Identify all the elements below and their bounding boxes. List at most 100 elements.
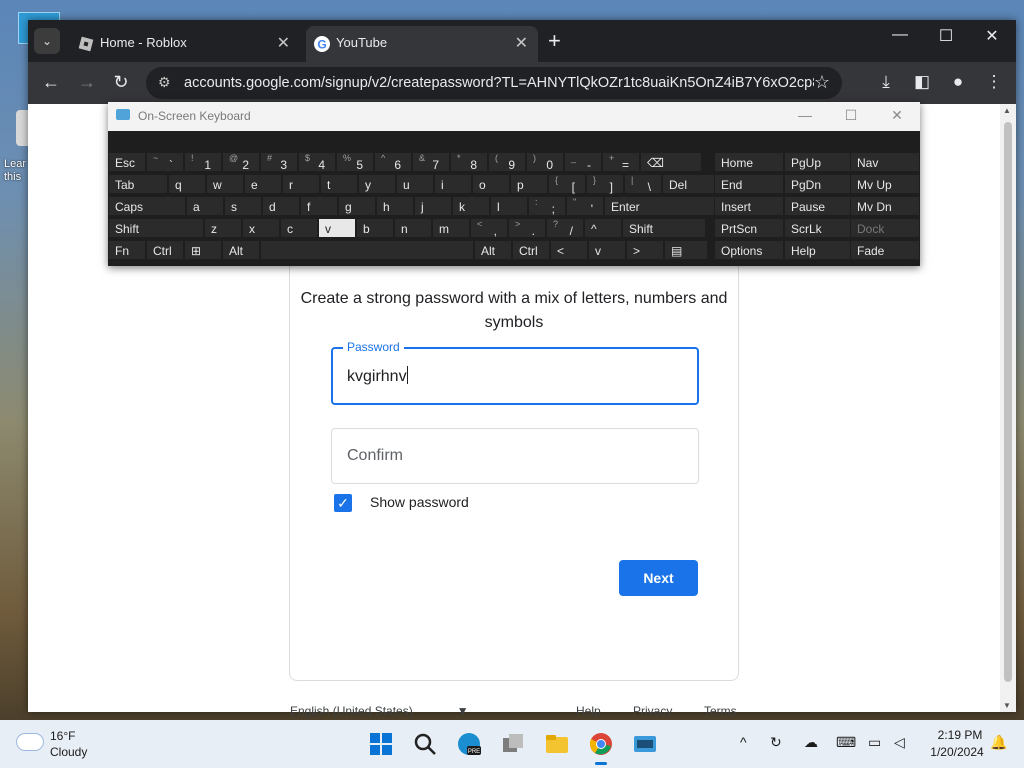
osk-key[interactable]: z: [204, 218, 242, 238]
maximize-button[interactable]: ☐: [926, 26, 966, 46]
osk-key[interactable]: f: [300, 196, 338, 216]
forward-button[interactable]: →: [74, 72, 100, 93]
osk-titlebar[interactable]: On-Screen Keyboard — ☐ ✕: [108, 102, 920, 131]
scroll-thumb[interactable]: [1004, 122, 1012, 682]
osk-key[interactable]: ScrLk: [784, 218, 854, 238]
clock-date[interactable]: 1/20/2024: [922, 745, 992, 759]
tab-youtube[interactable]: G YouTube ✕: [306, 26, 538, 62]
osk-key[interactable]: ^ 6: [374, 152, 412, 172]
scroll-down-icon[interactable]: ▼: [1003, 701, 1011, 710]
reload-button[interactable]: ↻: [108, 72, 134, 93]
osk-key[interactable]: Fade: [850, 240, 920, 260]
osk-key[interactable]: ▤: [664, 240, 708, 260]
sync-icon[interactable]: ↻: [770, 734, 782, 751]
osk-key[interactable]: r: [282, 174, 320, 194]
file-explorer-icon[interactable]: [545, 732, 569, 756]
download-icon[interactable]: ⤓: [874, 72, 898, 92]
osk-key[interactable]: & 7: [412, 152, 450, 172]
osk-key[interactable]: k: [452, 196, 490, 216]
osk-key[interactable]: a: [186, 196, 224, 216]
osk-key[interactable]: [260, 240, 474, 260]
chrome-icon[interactable]: [589, 732, 613, 765]
osk-key[interactable]: End: [714, 174, 784, 194]
osk-minimize-button[interactable]: —: [790, 107, 820, 123]
site-info-icon[interactable]: ⚙: [158, 74, 171, 91]
osk-key[interactable]: c: [280, 218, 318, 238]
osk-key[interactable]: <,: [470, 218, 508, 238]
osk-key[interactable]: + =: [602, 152, 640, 172]
osk-key[interactable]: #3: [260, 152, 298, 172]
osk-key[interactable]: Dock: [850, 218, 920, 238]
osk-key[interactable]: $4: [298, 152, 336, 172]
new-tab-button[interactable]: +: [548, 28, 561, 54]
osk-key[interactable]: q: [168, 174, 206, 194]
osk-close-button[interactable]: ✕: [882, 107, 912, 124]
osk-key[interactable]: Insert: [714, 196, 784, 216]
edge-beta-icon[interactable]: PRE: [457, 732, 481, 756]
terms-link[interactable]: Terms: [704, 704, 737, 718]
osk-key[interactable]: s: [224, 196, 262, 216]
keyboard-tray-icon[interactable]: ⌨: [836, 734, 856, 751]
windows-start-icon[interactable]: [369, 732, 393, 756]
tab-close-icon[interactable]: ✕: [277, 33, 290, 53]
osk-key[interactable]: | \: [624, 174, 662, 194]
weather-temp[interactable]: 16°F: [50, 729, 75, 743]
osk-key[interactable]: o: [472, 174, 510, 194]
osk-key[interactable]: Mv Up: [850, 174, 920, 194]
osk-key[interactable]: p: [510, 174, 548, 194]
chevron-up-icon[interactable]: ^: [740, 734, 747, 750]
osk-key[interactable]: }]: [586, 174, 624, 194]
osk-key[interactable]: y: [358, 174, 396, 194]
bookmark-star-icon[interactable]: ☆: [814, 72, 830, 93]
network-icon[interactable]: ▭: [868, 734, 881, 751]
osk-maximize-button[interactable]: ☐: [836, 107, 866, 124]
osk-key[interactable]: j: [414, 196, 452, 216]
menu-kebab-icon[interactable]: ⋮: [982, 72, 1006, 92]
osk-key[interactable]: x: [242, 218, 280, 238]
tab-close-icon[interactable]: ✕: [515, 33, 528, 53]
osk-key[interactable]: Ctrl: [512, 240, 550, 260]
url-text[interactable]: accounts.google.com/signup/v2/createpass…: [184, 75, 814, 91]
next-button[interactable]: Next: [619, 560, 698, 596]
weather-condition[interactable]: Cloudy: [50, 745, 87, 759]
osk-key[interactable]: Mv Dn: [850, 196, 920, 216]
osk-key[interactable]: {[: [548, 174, 586, 194]
search-icon[interactable]: [413, 732, 437, 756]
tab-roblox[interactable]: Home - Roblox ✕: [70, 26, 300, 62]
osk-key[interactable]: ⊞: [184, 240, 222, 260]
osk-key[interactable]: Alt: [222, 240, 260, 260]
osk-key[interactable]: Nav: [850, 152, 920, 172]
osk-key[interactable]: PrtScn: [714, 218, 784, 238]
osk-key[interactable]: ~ `: [146, 152, 184, 172]
osk-key[interactable]: % 5: [336, 152, 374, 172]
minimize-button[interactable]: —: [880, 26, 920, 44]
osk-key[interactable]: PgUp: [784, 152, 854, 172]
osk-key[interactable]: i: [434, 174, 472, 194]
osk-key[interactable]: @2: [222, 152, 260, 172]
osk-key[interactable]: ) 0: [526, 152, 564, 172]
password-field[interactable]: Password kvgirhnv: [331, 340, 699, 405]
task-view-icon[interactable]: [501, 732, 525, 756]
osk-key[interactable]: m: [432, 218, 470, 238]
osk-key[interactable]: n: [394, 218, 432, 238]
osk-key[interactable]: g: [338, 196, 376, 216]
osk-key[interactable]: d: [262, 196, 300, 216]
page-scrollbar[interactable]: ▲ ▼: [1000, 104, 1016, 712]
osk-key[interactable]: Caps: [108, 196, 186, 216]
osk-key[interactable]: (9: [488, 152, 526, 172]
confirm-field[interactable]: Confirm: [331, 428, 699, 484]
osk-key[interactable]: >.: [508, 218, 546, 238]
password-input[interactable]: kvgirhnv: [347, 366, 408, 386]
osk-key[interactable]: Del: [662, 174, 716, 194]
back-button[interactable]: ←: [38, 72, 64, 93]
osk-key[interactable]: Tab: [108, 174, 168, 194]
cloud-icon[interactable]: [16, 733, 44, 751]
language-select[interactable]: English (United States) ▼: [290, 704, 469, 718]
side-panel-icon[interactable]: ◧: [910, 72, 934, 92]
osk-key[interactable]: u: [396, 174, 434, 194]
show-password-checkbox[interactable]: ✓: [334, 494, 352, 512]
osk-key[interactable]: Help: [784, 240, 854, 260]
privacy-link[interactable]: Privacy: [633, 704, 672, 718]
osk-key[interactable]: >: [626, 240, 664, 260]
osk-key[interactable]: ! 1: [184, 152, 222, 172]
